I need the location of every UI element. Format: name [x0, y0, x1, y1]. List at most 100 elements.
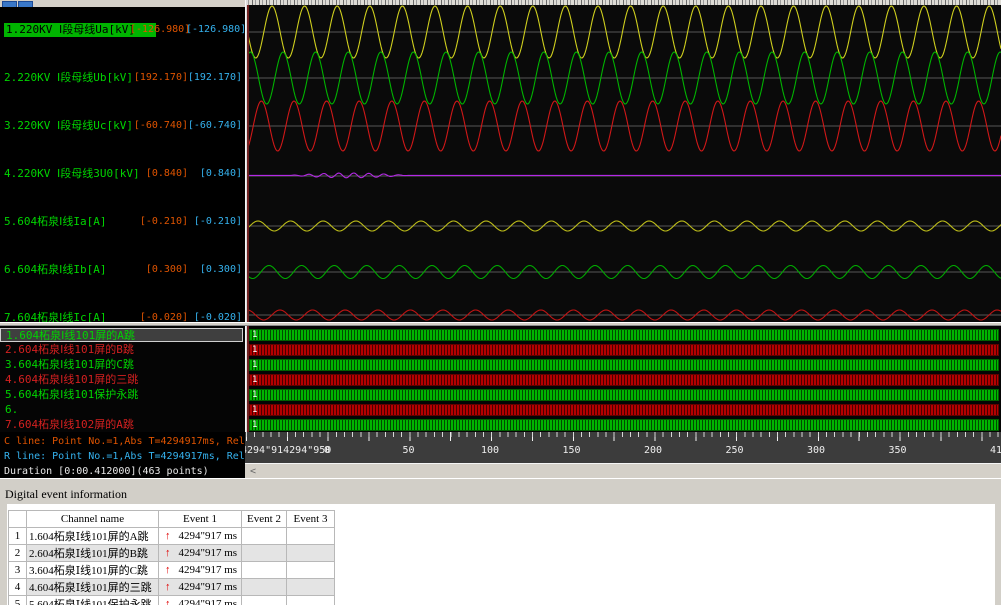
waveform-svg [248, 5, 1001, 322]
digital-bar-lane[interactable]: 1 [249, 389, 999, 401]
event2-cell [242, 596, 287, 605]
cursor-line[interactable] [247, 5, 249, 432]
digital-bars-area[interactable]: 1 1 1 1 1 1 1 [248, 326, 1001, 432]
analog-value-cursor: [192.170] [186, 71, 242, 85]
analog-channel-name[interactable]: 3.220KV Ⅰ段母线Uc[kV] [4, 119, 133, 133]
event-channel-name: 3.604柘泉Ⅰ线101屏的C跳 [27, 562, 159, 579]
analog-channel-name[interactable]: 5.604柘泉Ⅰ线Ia[A] [4, 215, 106, 229]
event-table-row[interactable]: 33.604柘泉Ⅰ线101屏的C跳↑4294"917 ms [9, 562, 335, 579]
digital-channel-row[interactable]: 6. [0, 403, 243, 417]
event3-cell [287, 596, 335, 605]
event-table-row[interactable]: 55.604柘泉Ⅰ线101保护永跳 ↑ 4294"917 ms [9, 596, 335, 605]
ruler-tick-label: 200 [644, 445, 662, 456]
analog-value-cursor: [-126.980] [186, 23, 242, 37]
event-panel-title: Digital event information [5, 487, 127, 502]
analog-channel-name[interactable]: 4.220KV Ⅰ段母线3U0[kV] [4, 167, 140, 181]
event-row-number: 1 [9, 528, 27, 545]
event1-cell: ↑ 4294"917 ms [159, 596, 242, 605]
time-ruler[interactable]: 4294"914294"95005010015020025030035041 [245, 432, 1001, 463]
digital-bar-state: 1 [252, 390, 257, 401]
horizontal-scrollbar[interactable]: < [245, 463, 1001, 478]
rising-edge-arrow-icon: ↑ [165, 564, 171, 576]
digital-event-panel: Digital event information Channel name E… [0, 478, 1001, 605]
event1-cell: ↑4294"917 ms [159, 562, 242, 579]
toolbar-strip [0, 0, 245, 7]
event-table-header: Channel name Event 1 Event 2 Event 3 [9, 511, 335, 528]
digital-bar-state: 1 [252, 330, 257, 341]
digital-bar-state: 1 [252, 405, 257, 416]
digital-channel-row[interactable]: 4.604柘泉Ⅰ线101屏的三跳 [0, 373, 243, 387]
analog-value-instant: [-0.210] [130, 215, 188, 229]
event-time: 4294"917 ms [179, 547, 238, 559]
analog-value-cursor: [-0.210] [186, 215, 242, 229]
event-table-row[interactable]: 22.604柘泉Ⅰ线101屏的B跳↑4294"917 ms [9, 545, 335, 562]
col-header-event3: Event 3 [287, 511, 335, 528]
event2-cell [242, 579, 287, 596]
digital-bar-state: 1 [252, 360, 257, 371]
scroll-left-button[interactable]: < [250, 465, 256, 478]
analog-channel-name[interactable]: 7.604柘泉Ⅰ线Ic[A] [4, 311, 106, 322]
waveform-plot-area[interactable] [248, 5, 1001, 322]
rising-edge-arrow-icon: ↑ [165, 598, 171, 605]
event-row-number: 3 [9, 562, 27, 579]
analog-channel-row[interactable]: 4.220KV Ⅰ段母线3U0[kV][0.840][0.840] [0, 167, 245, 181]
col-header-event1: Event 1 [159, 511, 242, 528]
event-table: Channel name Event 1 Event 2 Event 3 11.… [8, 510, 335, 605]
digital-bar-lane[interactable]: 1 [249, 404, 999, 416]
event-channel-name: 4.604柘泉Ⅰ线101屏的三跳 [27, 579, 159, 596]
digital-channel-row[interactable]: 2.604柘泉Ⅰ线101屏的B跳 [0, 343, 243, 357]
analog-channel-row[interactable]: 7.604柘泉Ⅰ线Ic[A][-0.020][-0.020] [0, 311, 245, 322]
event-channel-name: 5.604柘泉Ⅰ线101保护永跳 [27, 596, 159, 605]
analog-value-cursor: [-0.020] [186, 311, 242, 322]
digital-bar-state: 1 [252, 375, 257, 386]
ruler-tick-label: 100 [481, 445, 499, 456]
event3-cell [287, 528, 335, 545]
analog-channel-row[interactable]: 2.220KV Ⅰ段母线Ub[kV][192.170][192.170] [0, 71, 245, 85]
status-duration: Duration [0:00.412000](463 points) [4, 464, 245, 478]
digital-bar-lane[interactable]: 1 [249, 359, 999, 371]
analog-value-instant: [-60.740] [130, 119, 188, 133]
digital-bar-lane[interactable]: 1 [249, 419, 999, 431]
ruler-end-label: 41 [990, 445, 1001, 456]
digital-channel-row[interactable]: 3.604柘泉Ⅰ线101屏的C跳 [0, 358, 243, 372]
ruler-abs-time-label: 4294"914294"950 [245, 445, 331, 456]
ruler-tick-label: 250 [725, 445, 743, 456]
col-header-event2: Event 2 [242, 511, 287, 528]
analog-channel-name[interactable]: 6.604柘泉Ⅰ线Ib[A] [4, 263, 106, 277]
ruler-tick-label: 350 [888, 445, 906, 456]
analog-channel-row[interactable]: 6.604柘泉Ⅰ线Ib[A][0.300][0.300] [0, 263, 245, 277]
digital-bar-lane[interactable]: 1 [249, 344, 999, 356]
status-c-line: C line: Point No.=1,Abs T=4294917ms, Rel… [4, 434, 245, 449]
analog-channel-row[interactable]: 1.220KV Ⅰ段母线Ua[kV][-126.980][-126.980] [0, 23, 245, 37]
event-row-number: 5 [9, 596, 27, 605]
event1-cell: ↑4294"917 ms [159, 528, 242, 545]
digital-bar-lane[interactable]: 1 [249, 374, 999, 386]
event-time: 4294"917 ms [179, 581, 238, 593]
analog-channel-name[interactable]: 2.220KV Ⅰ段母线Ub[kV] [4, 71, 133, 85]
status-r-line: R line: Point No.=1,Abs T=4294917ms, Rel… [4, 449, 245, 464]
rising-edge-arrow-icon: ↑ [165, 547, 171, 559]
event-channel-name: 1.604柘泉Ⅰ线101屏的A跳 [27, 528, 159, 545]
event3-cell [287, 562, 335, 579]
analog-channel-row[interactable]: 5.604柘泉Ⅰ线Ia[A] [-0.210][-0.210] [0, 215, 245, 229]
digital-channel-row[interactable]: 1.604柘泉Ⅰ线101屏的A跳 [0, 328, 243, 342]
event1-cell: ↑4294"917 ms [159, 579, 242, 596]
digital-bar-lane[interactable]: 1 [249, 329, 999, 341]
event3-cell [287, 545, 335, 562]
event-time: 4294"917 ms [179, 598, 238, 605]
event-row-number: 4 [9, 579, 27, 596]
analog-value-cursor: [-60.740] [186, 119, 242, 133]
event2-cell [242, 562, 287, 579]
event1-cell: ↑ 4294"917 ms [159, 545, 242, 562]
analog-channel-list: 1.220KV Ⅰ段母线Ua[kV][-126.980][-126.980] 2.… [0, 7, 245, 322]
analog-channel-row[interactable]: 3.220KV Ⅰ段母线Uc[kV][-60.740][-60.740] [0, 119, 245, 133]
event-table-row[interactable]: 44.604柘泉Ⅰ线101屏的三跳↑4294"917 ms [9, 579, 335, 596]
event-table-row[interactable]: 11.604柘泉Ⅰ线101屏的A跳↑4294"917 ms [9, 528, 335, 545]
digital-channel-row[interactable]: 7.604柘泉Ⅰ线102屏的A跳 [0, 418, 243, 432]
ruler-minor-ticks [246, 432, 1001, 437]
section-divider[interactable] [0, 322, 1001, 326]
digital-bar-state: 1 [252, 345, 257, 356]
digital-channel-row[interactable]: 5.604柘泉Ⅰ线101保护永跳 [0, 388, 243, 402]
col-header-channel-name: Channel name [27, 511, 159, 528]
event-row-number: 2 [9, 545, 27, 562]
